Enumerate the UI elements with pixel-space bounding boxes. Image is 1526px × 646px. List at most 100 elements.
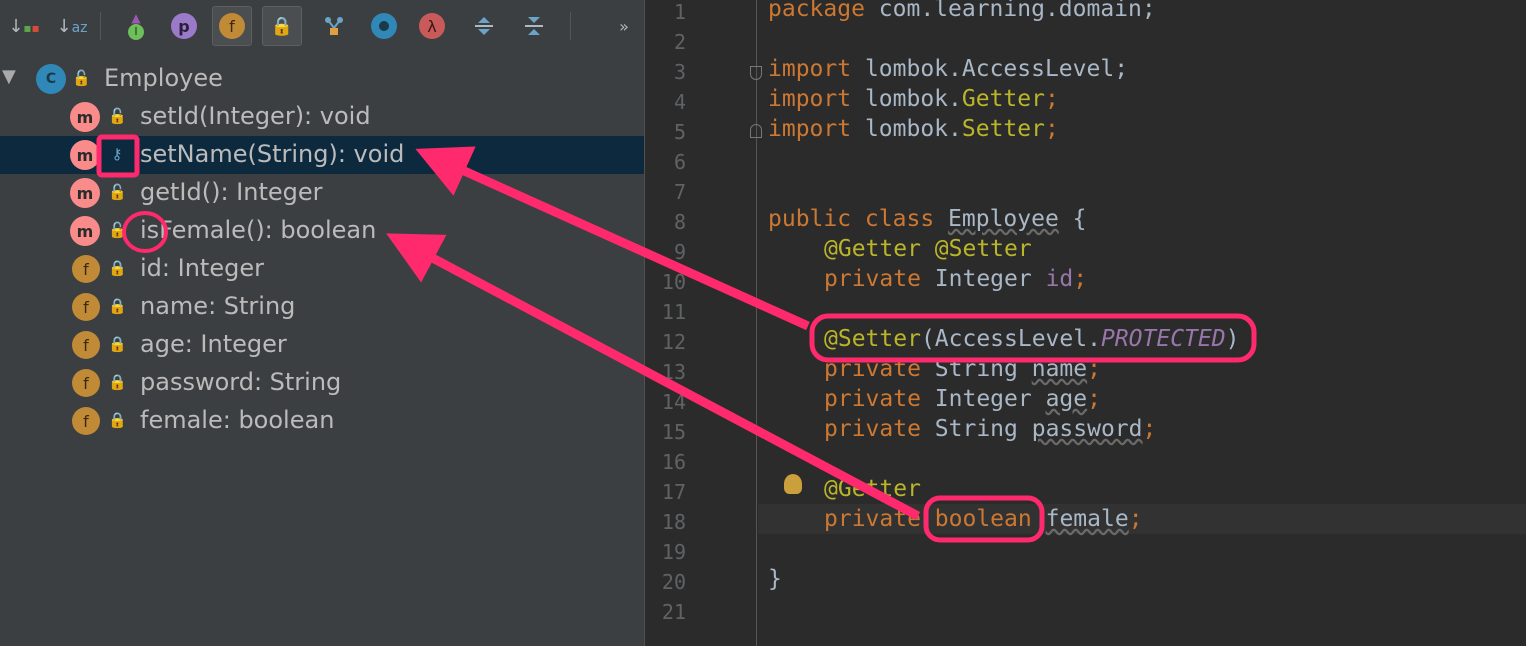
line-number: 11 [661,300,686,324]
fold-marker[interactable] [750,66,762,80]
member-label: name: String [140,292,296,320]
collapse-all-icon [525,17,543,35]
member-label: isFemale(): boolean [140,216,377,244]
public-icon: 🔓 [108,221,127,239]
sort-alpha-icon: ↓az [56,15,88,37]
tree-member-row[interactable]: m 🔓 setId(Integer): void [0,98,644,136]
method-icon: m [70,216,100,246]
more-options-button[interactable]: » [604,6,644,46]
code-line-1: package com.learning.domain; [768,0,1156,22]
chevron-right-icon: » [619,16,629,36]
expand-all-icon [475,17,493,35]
show-anonymous-button[interactable] [314,6,354,46]
field-icon: f [72,407,100,435]
private-lock-icon: 🔒 [108,373,127,391]
show-non-public-button[interactable]: 🔒 [262,6,302,46]
code-line-20: } [768,566,782,592]
line-number: 19 [661,540,686,564]
method-icon: m [70,178,100,208]
line-number: 17 [661,480,686,504]
line-number: 2 [673,30,686,54]
line-number: 13 [661,360,686,384]
public-icon: 🔓 [108,183,127,201]
tree-member-row[interactable]: f 🔒 age: Integer [0,326,644,364]
code-line-3: import lombok.AccessLevel; [768,56,1129,82]
code-line-18: private boolean female; [824,506,1143,532]
code-line-12: @Setter(AccessLevel.PROTECTED) [824,326,1240,352]
intention-bulb-icon[interactable] [784,474,802,494]
inherited-icon: ▲ I [128,12,144,40]
collapse-all-button[interactable] [514,6,554,46]
method-icon: m [70,102,100,132]
member-label: setId(Integer): void [140,102,371,130]
field-icon: f [72,369,100,397]
line-number: 8 [673,210,686,234]
line-number: 18 [661,510,686,534]
member-label: setName(String): void [140,140,405,168]
lock-icon: 🔒 [270,15,294,37]
line-number: 1 [673,0,686,24]
line-number: 12 [661,330,686,354]
anonymous-classes-icon [325,17,343,35]
tree-member-row[interactable]: m 🔓 isFemale(): boolean [0,212,644,250]
private-lock-icon: 🔒 [108,411,127,429]
code-line-15: private String password; [824,416,1157,442]
expand-all-button[interactable] [464,6,504,46]
protected-key-icon: ⚷ [111,145,123,163]
class-name: Employee [104,64,223,92]
show-fields-button[interactable]: f [212,6,252,46]
tree-member-row[interactable]: f 🔒 female: boolean [0,402,644,440]
member-label: password: String [140,368,342,396]
show-properties-button[interactable]: p [164,6,204,46]
code-line-9: @Getter @Setter [824,236,1032,262]
tree-member-row[interactable]: f 🔒 id: Integer [0,250,644,288]
line-number: 5 [673,120,686,144]
code-line-4: import lombok.Getter; [768,86,1059,112]
line-number: 3 [673,60,686,84]
code-line-10: private Integer id; [824,266,1088,292]
code-line-14: private Integer age; [824,386,1101,412]
line-number: 16 [661,450,686,474]
sort-by-visibility-button[interactable]: ↓▪▪ [4,6,44,46]
gutter-separator [756,0,757,646]
method-icon: m [70,140,100,170]
line-number: 15 [661,420,686,444]
public-icon: 🔓 [72,69,91,87]
private-lock-icon: 🔒 [108,335,127,353]
structure-toolbar: ↓▪▪ ↓az ▲ I p f 🔒 λ » [0,0,644,52]
line-number: 10 [661,270,686,294]
show-lambdas-button[interactable]: λ [412,6,452,46]
code-editor[interactable]: 1 2 3 4 5 6 7 8 9 10 11 12 13 14 15 16 1… [646,0,1526,646]
private-lock-icon: 🔒 [108,259,127,277]
field-icon: f [72,331,100,359]
member-label: age: Integer [140,330,287,358]
structure-panel: ↓▪▪ ↓az ▲ I p f 🔒 λ » ▼ C 🔓 Employee m 🔓… [0,0,644,646]
member-label: female: boolean [140,406,335,434]
interface-icon [371,13,397,39]
line-number: 21 [661,600,686,624]
show-inherited-button[interactable]: ▲ I [116,6,156,46]
line-number: 7 [673,180,686,204]
tree-member-row[interactable]: m 🔓 getId(): Integer [0,174,644,212]
field-icon: f [72,293,100,321]
line-number: 20 [661,570,686,594]
lambda-icon: λ [419,13,445,39]
private-lock-icon: 🔒 [108,297,127,315]
public-icon: 🔓 [108,107,127,125]
line-number: 4 [673,90,686,114]
properties-icon: p [171,13,197,39]
tree-member-row[interactable]: f 🔒 name: String [0,288,644,326]
fold-marker[interactable] [750,124,762,138]
line-number: 9 [673,240,686,264]
tree-member-row[interactable]: f 🔒 password: String [0,364,644,402]
sort-visibility-icon: ↓▪▪ [8,15,40,37]
sort-alphabetically-button[interactable]: ↓az [52,6,92,46]
class-icon: C [36,64,66,94]
line-number: 14 [661,390,686,414]
code-line-8: public class Employee { [768,206,1087,232]
member-label: id: Integer [140,254,264,282]
tree-member-row-selected[interactable]: m ⚷ setName(String): void [0,136,644,174]
show-interfaces-button[interactable] [364,6,404,46]
member-label: getId(): Integer [140,178,323,206]
tree-class-node[interactable]: C 🔓 Employee [0,60,644,98]
